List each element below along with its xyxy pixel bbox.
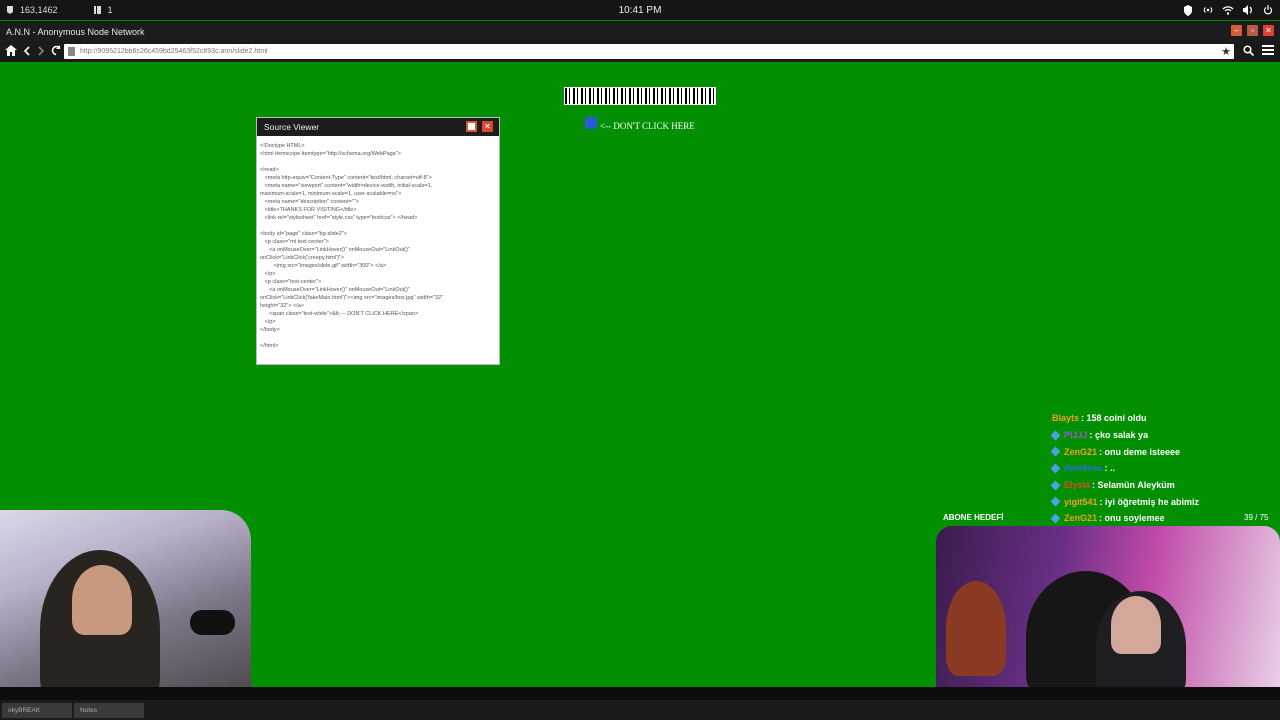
chat-text: : 158 coini oldu [1081,413,1147,424]
chat-text: : onu soylemee [1099,513,1165,524]
system-value-2: 1 [107,5,113,15]
chat-message: ZenG21 : onu deme isteeee [1050,443,1280,460]
menu-icon[interactable] [1262,45,1274,59]
taskbar: okyBREAK Notes [0,700,1280,720]
window-title: A.N.N - Anonymous Node Network [6,26,145,37]
maximize-button[interactable]: ▫ [1247,25,1258,36]
clock: 10:41 PM [618,5,662,16]
power-icon[interactable] [1262,4,1274,16]
forward-icon[interactable] [37,45,45,59]
chat-text: : iyi öğretmiş he abimiz [1099,496,1200,507]
minimize-button[interactable]: – [1231,25,1242,36]
chat-badge-icon [1050,463,1061,474]
search-icon[interactable] [1243,45,1255,59]
radio-waves-icon[interactable] [1202,4,1214,16]
chat-username[interactable]: dimi9sse [1064,463,1103,473]
source-viewer-title: Source Viewer [264,122,320,132]
taskbar-item[interactable]: okyBREAK [2,702,72,718]
chat-badge-icon [1050,513,1061,524]
dont-click-text: <-- DON'T CLICK HERE [600,121,695,131]
slide-gif-link[interactable] [564,87,716,105]
box-image-link[interactable] [585,117,597,129]
bookmark-star-icon[interactable]: ★ [1221,45,1231,58]
shield-icon[interactable] [1182,4,1194,16]
source-viewer-window: Source Viewer ✕ <!Doctype HTML> <html it… [256,117,500,365]
chat-text: : Selamün Aleyküm [1092,480,1175,491]
chat-message: dimi9sse : .. [1050,460,1280,477]
chat-username[interactable]: Blayts [1052,413,1079,423]
streamer-face [1111,596,1161,654]
taskbar-item[interactable]: Notes [74,702,144,718]
navigation-bar: http://9095212bb6c26c459bd25463f52c893c.… [0,42,1280,62]
window-title-bar: A.N.N - Anonymous Node Network – ▫ ✕ [0,21,1280,42]
chat-message: yigit541 : iyi öğretmiş he abimiz [1050,493,1280,510]
chat-username[interactable]: PlJJJ [1064,430,1088,440]
back-icon[interactable] [23,45,31,59]
webcam-right [936,526,1280,689]
webcam-left [0,510,251,703]
chat-badge-icon [1050,446,1061,457]
system-bar: 163,1462 1 10:41 PM [0,0,1280,20]
chat-username[interactable]: Elysia [1064,480,1090,490]
chat-message: Blayts : 158 coini oldu [1052,410,1280,427]
chat-badge-icon [1050,430,1061,440]
address-bar[interactable]: http://9095212bb6c26c459bd25463f52c893c.… [64,44,1234,59]
subscriber-goal-count: 39 / 75 [1244,513,1269,522]
maximize-icon[interactable] [466,121,477,132]
source-code: <!Doctype HTML> <html itemscope itemtype… [260,143,444,349]
chat-text: : .. [1104,463,1116,474]
microphone [190,610,235,635]
chat-message: PlJJJ : çko salak ya [1050,427,1280,444]
chat-text: : çko salak ya [1089,430,1149,441]
chat-badge-icon [1050,480,1061,491]
wifi-icon[interactable] [1222,4,1234,16]
volume-icon[interactable] [1242,4,1254,16]
home-icon[interactable] [5,45,17,59]
subscriber-goal-label: ABONE HEDEFİ [943,513,1004,522]
refresh-icon[interactable] [51,45,62,59]
teddy-bear [946,581,1006,676]
chat-badge-icon [1050,496,1061,507]
streamer-face [72,565,132,635]
url-text[interactable]: http://9095212bb6c26c459bd25463f52c893c.… [80,48,268,55]
chat-text: : onu deme isteeee [1099,446,1181,457]
chat-message: Elysia : Selamün Aleyküm [1050,477,1280,494]
system-value-1: 163,1462 [20,5,58,15]
chat-username[interactable]: ZenG21 [1064,513,1097,523]
chat-username[interactable]: yigit541 [1064,497,1098,507]
chat-username[interactable]: ZenG21 [1064,447,1097,457]
page-icon [67,47,76,56]
chat-overlay: Blayts : 158 coini oldu PlJJJ : çko salak… [1050,410,1280,527]
document-icon [92,4,104,16]
close-button[interactable]: ✕ [1263,25,1274,36]
bottom-strip [0,687,1280,700]
source-viewer-title-bar[interactable]: Source Viewer ✕ [257,118,499,136]
close-icon[interactable]: ✕ [482,121,493,132]
pen-icon [4,4,16,16]
